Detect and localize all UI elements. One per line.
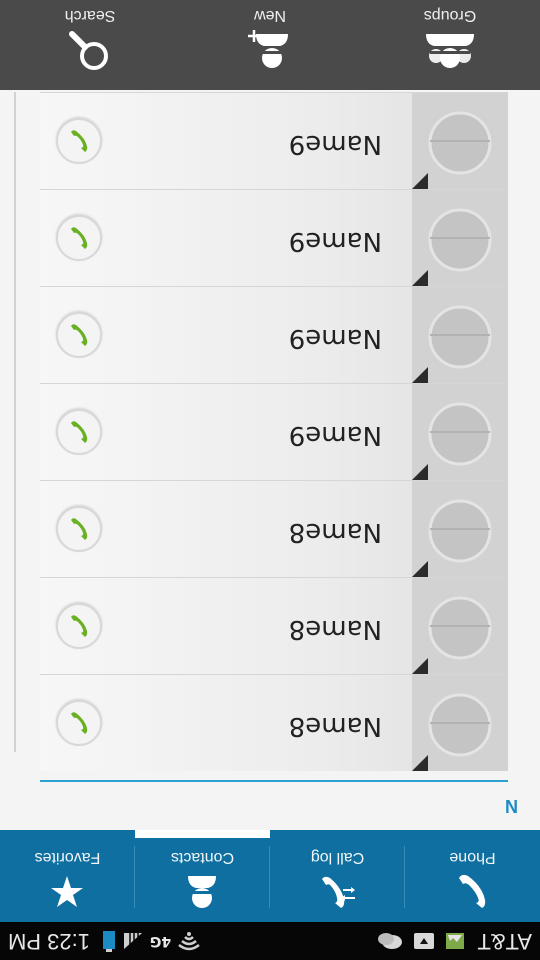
phone-icon [71,227,88,249]
call-button[interactable] [56,506,102,552]
contact-name: Name9 [288,323,382,353]
scrollbar[interactable] [14,92,16,752]
contact-row[interactable]: Name8 [40,480,508,577]
contact-name: Name8 [288,711,382,741]
contact-row[interactable]: Name9 [40,383,508,480]
phone-icon [71,712,88,734]
contact-avatar [412,674,508,771]
default-avatar-icon [428,208,492,272]
default-avatar-icon [428,693,492,757]
contact-row[interactable]: Name8 [40,674,508,771]
phone-icon [459,874,486,908]
message-icon [378,933,403,949]
contact-name: Name8 [288,614,382,644]
contact-avatar [412,383,508,480]
contact-avatar [412,286,508,383]
contact-name: Name9 [288,226,382,256]
call-button[interactable] [56,118,102,164]
default-avatar-icon [428,111,492,175]
clock: 1:23 PM [8,929,90,954]
contact-avatar [412,189,508,286]
search-icon [69,31,108,70]
contact-name: Name9 [288,129,382,159]
phone-icon [71,324,88,346]
call-button[interactable] [56,409,102,455]
status-bar: AT&T 4G 1:23 PM [0,922,540,960]
call-button[interactable] [56,700,102,746]
carrier-label: AT&T [477,929,532,954]
new-contact-button[interactable]: New [180,0,360,90]
tab-phone-label: Phone [449,849,496,866]
call-button[interactable] [56,312,102,358]
contact-avatar [412,577,508,674]
search-button[interactable]: Search [0,0,180,90]
call-log-icon [322,876,356,908]
groups-button[interactable]: Groups [360,0,540,90]
tab-bar: Phone Call log Contacts Favorites [0,830,540,922]
image-notification-icon [446,933,465,949]
contacts-icon [188,876,217,908]
tab-favorites-label: Favorites [34,849,101,866]
new-contact-label: New [254,7,287,24]
default-avatar-icon [428,499,492,563]
add-contact-icon [248,30,288,68]
default-avatar-icon [428,596,492,660]
section-letter: N [505,796,518,816]
phone-icon [71,518,88,540]
action-bar: Groups New Search [0,0,540,90]
tab-phone[interactable]: Phone [405,830,540,922]
tab-contacts-label: Contacts [170,849,235,866]
tab-call-log-label: Call log [310,849,365,866]
star-icon [51,876,84,907]
phone-icon [71,615,88,637]
contact-avatar [412,92,508,189]
wifi-icon [178,932,200,951]
notification-icons [377,930,465,952]
call-button[interactable] [56,603,102,649]
download-icon [414,933,435,949]
phone-icon [71,421,88,443]
contact-name: Name9 [288,420,382,450]
call-button[interactable] [56,215,102,261]
network-type-label: 4G [149,933,172,949]
tab-favorites[interactable]: Favorites [0,830,135,922]
contact-row[interactable]: Name9 [40,92,508,189]
contact-row[interactable]: Name9 [40,286,508,383]
contact-name: Name8 [288,517,382,547]
battery-icon [102,931,115,952]
groups-icon [426,34,474,68]
default-avatar-icon [428,402,492,466]
contact-list[interactable]: N Name8 Name8 Name8 Name9 Name9 Name9 Na… [0,90,540,830]
contact-row[interactable]: Name8 [40,577,508,674]
search-label: Search [64,7,116,24]
default-avatar-icon [428,305,492,369]
contact-avatar [412,480,508,577]
system-icons: 4G 1:23 PM [8,928,201,954]
section-header [40,780,508,820]
contact-row[interactable]: Name9 [40,189,508,286]
groups-label: Groups [423,7,477,24]
tab-call-log[interactable]: Call log [270,830,405,922]
tab-contacts[interactable]: Contacts [135,830,270,922]
contacts-screen: AT&T 4G 1:23 PM Phone Call log Contacts … [0,0,540,960]
phone-icon [71,130,88,152]
signal-icon [123,933,142,949]
